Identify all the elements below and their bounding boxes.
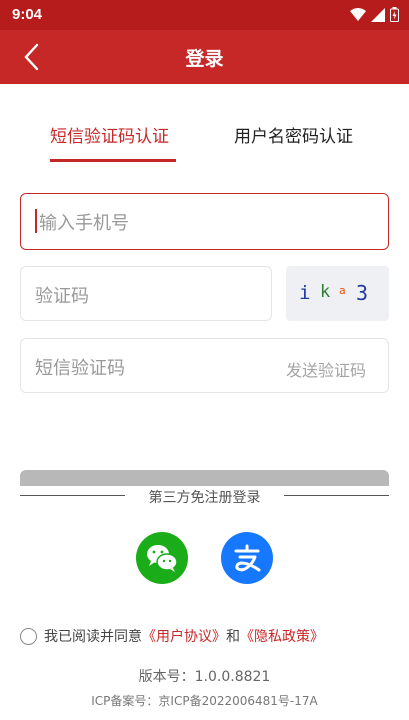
captcha-input[interactable]: 验证码: [20, 266, 272, 321]
agreement-prefix: 我已阅读并同意: [44, 629, 142, 645]
captcha-char: i: [299, 282, 311, 304]
phone-placeholder: 输入手机号: [39, 213, 129, 234]
alipay-icon: [234, 544, 261, 572]
third-party-title: 第三方免注册登录: [148, 490, 261, 506]
text-cursor: [35, 209, 37, 233]
privacy-policy-link[interactable]: 《隐私政策》: [240, 626, 324, 646]
divider-right: [284, 495, 389, 496]
wifi-icon: [350, 7, 366, 21]
tab-sms-login[interactable]: 短信验证码认证: [50, 122, 169, 147]
icp-text: ICP备案号：京ICP备2022006481号-17A: [91, 694, 318, 708]
captcha-placeholder: 验证码: [35, 286, 89, 307]
status-time: 9:04: [12, 6, 43, 23]
phone-input[interactable]: 输入手机号: [20, 193, 389, 250]
app-bar: 登录: [0, 30, 409, 84]
version-text: 版本号：1.0.0.8821: [138, 669, 271, 685]
tab-password-login[interactable]: 用户名密码认证: [234, 122, 353, 147]
status-bar: 9:04: [0, 0, 409, 30]
agreement-and: 和: [226, 629, 240, 645]
active-tab-indicator: [50, 159, 176, 162]
page-title: 登录: [185, 48, 224, 70]
send-code-button[interactable]: 发送验证码: [286, 357, 366, 381]
captcha-char: a: [339, 284, 346, 297]
alipay-login-button[interactable]: [221, 532, 273, 584]
wechat-icon: [147, 545, 178, 572]
agreement-radio[interactable]: [20, 627, 37, 645]
signal-icon: [371, 7, 385, 22]
wechat-login-button[interactable]: [136, 532, 188, 584]
sms-code-placeholder: 短信验证码: [35, 358, 125, 379]
login-tabs: 短信验证码认证 用户名密码认证: [0, 112, 409, 166]
status-icons: [350, 7, 399, 22]
captcha-image[interactable]: i k a 3: [286, 266, 389, 321]
captcha-char: k: [320, 282, 331, 302]
user-agreement-link[interactable]: 《用户协议》: [142, 626, 226, 646]
agreement-row: 我已阅读并同意 《用户协议》 和 《隐私政策》: [20, 626, 324, 646]
login-button[interactable]: [20, 470, 389, 486]
sms-code-input[interactable]: 短信验证码 发送验证码: [20, 338, 389, 393]
captcha-char: 3: [356, 281, 369, 305]
battery-icon: [390, 7, 399, 22]
